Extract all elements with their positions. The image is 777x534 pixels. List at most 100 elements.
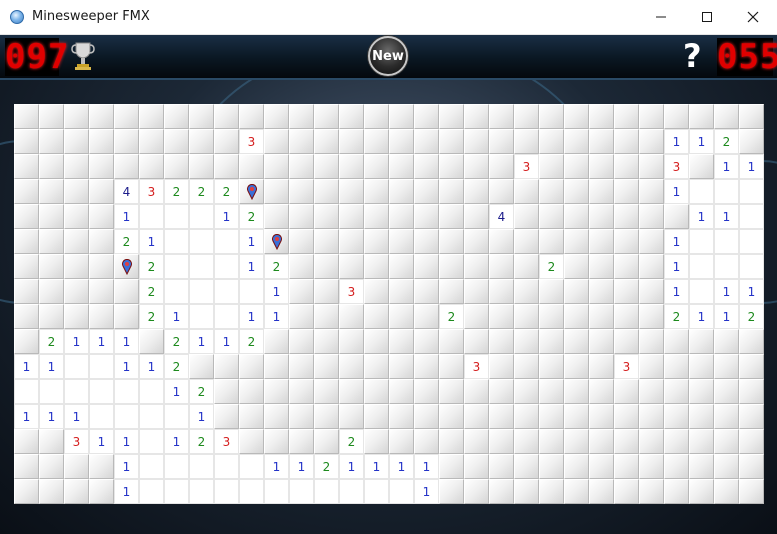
number-cell[interactable]: 1 bbox=[89, 429, 114, 454]
covered-cell[interactable] bbox=[64, 304, 89, 329]
open-cell[interactable] bbox=[389, 479, 414, 504]
covered-cell[interactable] bbox=[364, 279, 389, 304]
open-cell[interactable] bbox=[739, 254, 764, 279]
number-cell[interactable]: 2 bbox=[189, 179, 214, 204]
covered-cell[interactable] bbox=[514, 454, 539, 479]
number-cell[interactable]: 1 bbox=[64, 329, 89, 354]
covered-cell[interactable] bbox=[364, 404, 389, 429]
covered-cell[interactable] bbox=[664, 329, 689, 354]
covered-cell[interactable] bbox=[364, 304, 389, 329]
covered-cell[interactable] bbox=[639, 404, 664, 429]
covered-cell[interactable] bbox=[64, 129, 89, 154]
covered-cell[interactable] bbox=[664, 354, 689, 379]
covered-cell[interactable] bbox=[439, 329, 464, 354]
covered-cell[interactable] bbox=[489, 254, 514, 279]
number-cell[interactable]: 1 bbox=[139, 229, 164, 254]
maximize-button[interactable] bbox=[684, 0, 730, 34]
open-cell[interactable] bbox=[739, 204, 764, 229]
open-cell[interactable] bbox=[139, 479, 164, 504]
number-cell[interactable]: 3 bbox=[139, 179, 164, 204]
number-cell[interactable]: 3 bbox=[64, 429, 89, 454]
covered-cell[interactable] bbox=[314, 229, 339, 254]
number-cell[interactable]: 1 bbox=[114, 329, 139, 354]
covered-cell[interactable] bbox=[14, 329, 39, 354]
covered-cell[interactable] bbox=[314, 204, 339, 229]
number-cell[interactable]: 1 bbox=[664, 279, 689, 304]
covered-cell[interactable] bbox=[439, 104, 464, 129]
covered-cell[interactable] bbox=[314, 254, 339, 279]
covered-cell[interactable] bbox=[189, 129, 214, 154]
number-cell[interactable]: 1 bbox=[139, 354, 164, 379]
covered-cell[interactable] bbox=[714, 329, 739, 354]
covered-cell[interactable] bbox=[289, 329, 314, 354]
covered-cell[interactable] bbox=[389, 279, 414, 304]
question-mark-icon[interactable]: ? bbox=[683, 37, 702, 75]
open-cell[interactable] bbox=[64, 379, 89, 404]
number-cell[interactable]: 1 bbox=[664, 179, 689, 204]
covered-cell[interactable] bbox=[439, 354, 464, 379]
covered-cell[interactable] bbox=[14, 229, 39, 254]
covered-cell[interactable] bbox=[439, 404, 464, 429]
covered-cell[interactable] bbox=[64, 454, 89, 479]
covered-cell[interactable] bbox=[514, 204, 539, 229]
covered-cell[interactable] bbox=[664, 379, 689, 404]
covered-cell[interactable] bbox=[14, 479, 39, 504]
number-cell[interactable]: 1 bbox=[664, 129, 689, 154]
number-cell[interactable]: 1 bbox=[64, 404, 89, 429]
covered-cell[interactable] bbox=[264, 154, 289, 179]
covered-cell[interactable] bbox=[489, 329, 514, 354]
covered-cell[interactable] bbox=[639, 204, 664, 229]
covered-cell[interactable] bbox=[89, 479, 114, 504]
number-cell[interactable]: 1 bbox=[164, 304, 189, 329]
covered-cell[interactable] bbox=[539, 179, 564, 204]
number-cell[interactable]: 1 bbox=[214, 204, 239, 229]
open-cell[interactable] bbox=[689, 254, 714, 279]
covered-cell[interactable] bbox=[564, 279, 589, 304]
covered-cell[interactable] bbox=[564, 379, 589, 404]
covered-cell[interactable] bbox=[89, 179, 114, 204]
covered-cell[interactable] bbox=[614, 479, 639, 504]
covered-cell[interactable] bbox=[614, 429, 639, 454]
covered-cell[interactable] bbox=[389, 304, 414, 329]
open-cell[interactable] bbox=[139, 429, 164, 454]
covered-cell[interactable] bbox=[689, 479, 714, 504]
covered-cell[interactable] bbox=[714, 454, 739, 479]
covered-cell[interactable] bbox=[464, 329, 489, 354]
covered-cell[interactable] bbox=[89, 204, 114, 229]
covered-cell[interactable] bbox=[339, 204, 364, 229]
number-cell[interactable]: 2 bbox=[189, 429, 214, 454]
covered-cell[interactable] bbox=[289, 229, 314, 254]
open-cell[interactable] bbox=[239, 454, 264, 479]
number-cell[interactable]: 2 bbox=[314, 454, 339, 479]
covered-cell[interactable] bbox=[214, 379, 239, 404]
number-cell[interactable]: 1 bbox=[114, 354, 139, 379]
open-cell[interactable] bbox=[689, 279, 714, 304]
covered-cell[interactable] bbox=[14, 304, 39, 329]
covered-cell[interactable] bbox=[564, 229, 589, 254]
covered-cell[interactable] bbox=[614, 329, 639, 354]
open-cell[interactable] bbox=[214, 229, 239, 254]
open-cell[interactable] bbox=[214, 304, 239, 329]
covered-cell[interactable] bbox=[589, 254, 614, 279]
covered-cell[interactable] bbox=[289, 304, 314, 329]
open-cell[interactable] bbox=[189, 279, 214, 304]
covered-cell[interactable] bbox=[539, 329, 564, 354]
covered-cell[interactable] bbox=[14, 279, 39, 304]
number-cell[interactable]: 1 bbox=[114, 204, 139, 229]
covered-cell[interactable] bbox=[639, 179, 664, 204]
covered-cell[interactable] bbox=[264, 204, 289, 229]
open-cell[interactable] bbox=[239, 279, 264, 304]
covered-cell[interactable] bbox=[739, 104, 764, 129]
covered-cell[interactable] bbox=[364, 179, 389, 204]
covered-cell[interactable] bbox=[639, 254, 664, 279]
covered-cell[interactable] bbox=[439, 279, 464, 304]
covered-cell[interactable] bbox=[439, 429, 464, 454]
covered-cell[interactable] bbox=[389, 154, 414, 179]
covered-cell[interactable] bbox=[239, 154, 264, 179]
number-cell[interactable]: 2 bbox=[164, 329, 189, 354]
covered-cell[interactable] bbox=[439, 479, 464, 504]
covered-cell[interactable] bbox=[689, 379, 714, 404]
covered-cell[interactable] bbox=[214, 404, 239, 429]
covered-cell[interactable] bbox=[514, 229, 539, 254]
covered-cell[interactable] bbox=[564, 204, 589, 229]
